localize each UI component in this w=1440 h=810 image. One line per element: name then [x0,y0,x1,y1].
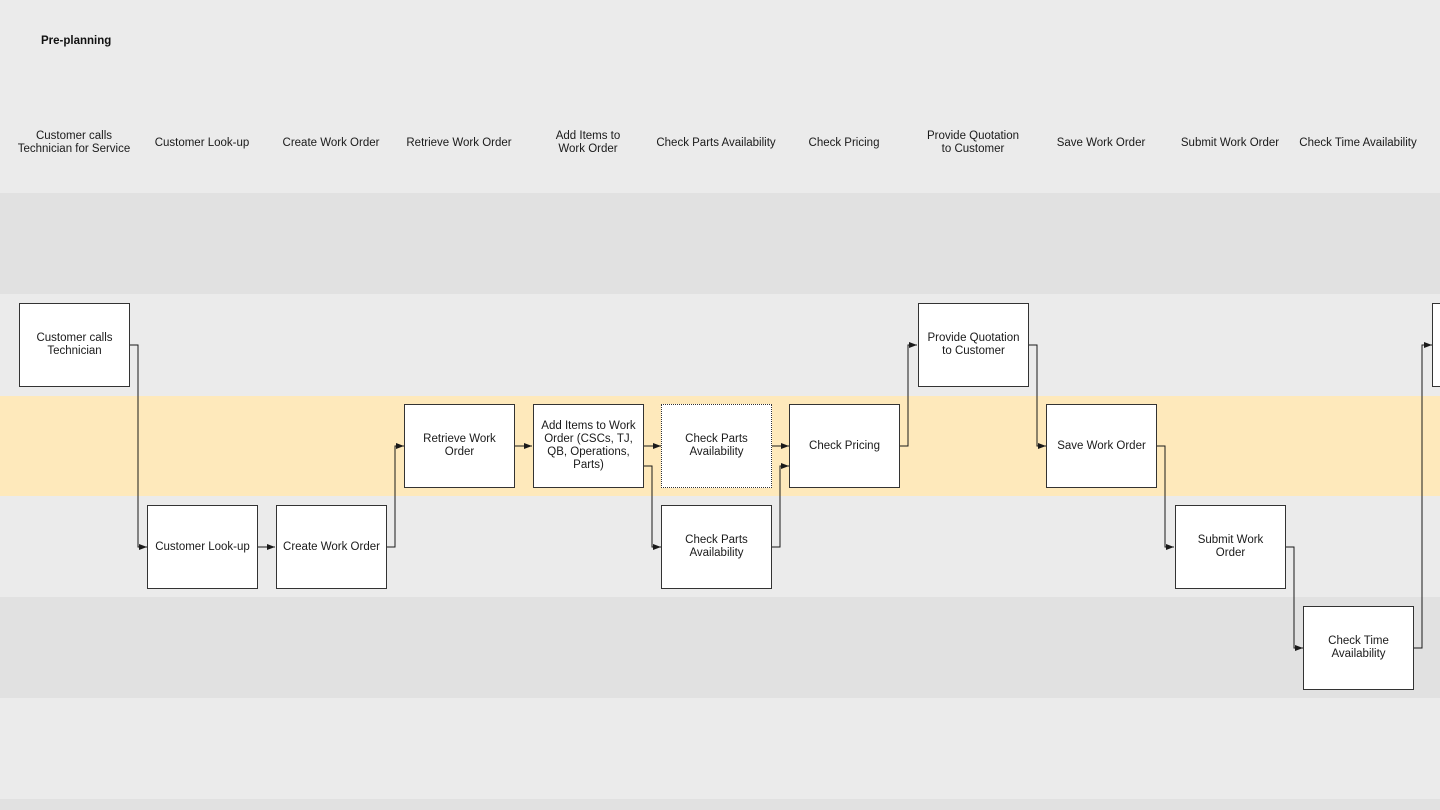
column-header: Check Parts Availability [656,136,776,149]
step-check-parts-availability-optional[interactable]: Check Parts Availability [661,404,772,488]
column-header: Check Time Availability [1299,136,1417,149]
step-create-work-order[interactable]: Create Work Order [276,505,387,589]
column-header: Customer calls Technician for Service [17,130,131,155]
step-customer-calls-technician[interactable]: Customer calls Technician [19,303,130,387]
lane-band-6 [0,799,1440,810]
step-customer-look-up[interactable]: Customer Look-up [147,505,258,589]
lane-band-5 [0,698,1440,799]
column-header: Submit Work Order [1180,136,1280,149]
step-add-items-to-work-order[interactable]: Add Items to Work Order (CSCs, TJ, QB, O… [533,404,644,488]
column-header: Customer Look-up [154,136,250,149]
step-retrieve-work-order[interactable]: Retrieve Work Order [404,404,515,488]
step-check-pricing[interactable]: Check Pricing [789,404,900,488]
column-header: Provide Quotation to Customer [926,130,1020,155]
step-check-time-availability[interactable]: Check Time Availability [1303,606,1414,690]
lane-band-1 [0,294,1440,396]
step-submit-work-order[interactable]: Submit Work Order [1175,505,1286,589]
column-header: Create Work Order [282,136,380,149]
lane-band-0 [0,193,1440,294]
column-header: Retrieve Work Order [406,136,512,149]
step-provide-quotation[interactable]: Provide Quotation to Customer [918,303,1029,387]
step-save-work-order[interactable]: Save Work Order [1046,404,1157,488]
step-check-parts-availability[interactable]: Check Parts Availability [661,505,772,589]
column-header: Add Items to Work Order [555,130,621,155]
step-offscreen-next[interactable] [1432,303,1440,387]
lane-band-4 [0,597,1440,698]
diagram-title: Pre-planning [41,35,112,47]
column-header: Save Work Order [1056,136,1146,149]
column-header: Check Pricing [808,136,880,149]
